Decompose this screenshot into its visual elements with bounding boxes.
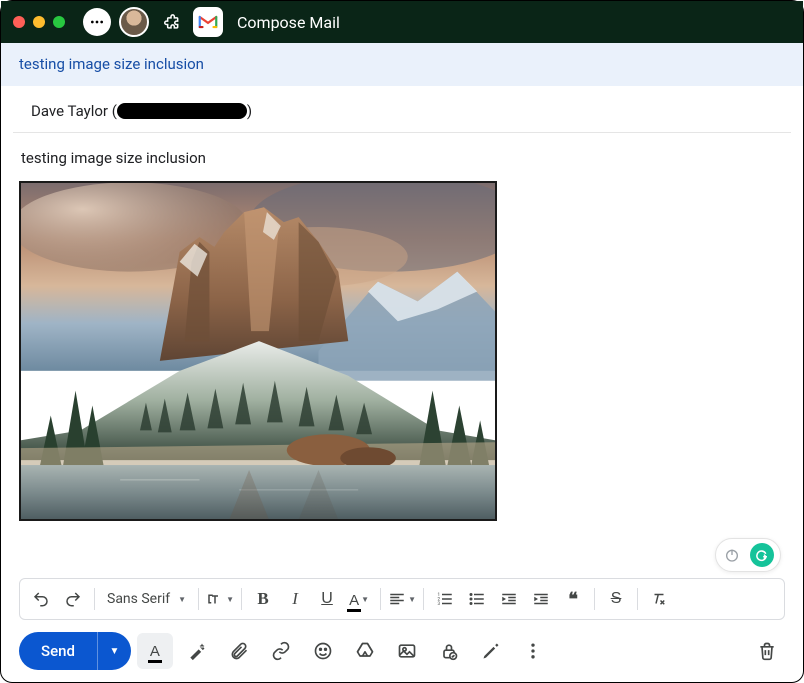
bold-button[interactable]: B: [248, 584, 278, 614]
power-icon[interactable]: [722, 545, 742, 565]
attach-file-button[interactable]: [221, 633, 257, 669]
body-text-line: testing image size inclusion: [21, 149, 785, 167]
align-button[interactable]: ▼: [387, 584, 417, 614]
underline-button[interactable]: U: [312, 584, 342, 614]
indent-increase-button[interactable]: [526, 584, 556, 614]
italic-button[interactable]: I: [280, 584, 310, 614]
font-family-label: Sans Serif: [107, 591, 170, 607]
clear-formatting-button[interactable]: [644, 584, 674, 614]
numbered-list-button[interactable]: 123: [430, 584, 460, 614]
strikethrough-button[interactable]: S: [601, 584, 631, 614]
send-options-button[interactable]: ▼: [97, 632, 131, 670]
insert-drive-button[interactable]: [347, 633, 383, 669]
magic-write-button[interactable]: [179, 633, 215, 669]
blockquote-button[interactable]: ❝: [558, 584, 588, 614]
discard-draft-button[interactable]: [749, 633, 785, 669]
grammarly-widget[interactable]: [715, 538, 781, 572]
insert-emoji-button[interactable]: [305, 633, 341, 669]
more-menu-button[interactable]: [83, 8, 111, 36]
profile-avatar[interactable]: [119, 7, 149, 37]
subject-text: testing image size inclusion: [19, 55, 204, 73]
close-window-button[interactable]: [13, 16, 25, 28]
font-size-button[interactable]: ▼: [205, 584, 235, 614]
text-color-button[interactable]: A ▼: [344, 584, 374, 614]
send-split-button: Send ▼: [19, 632, 131, 670]
insert-link-button[interactable]: [263, 633, 299, 669]
insert-signature-button[interactable]: [473, 633, 509, 669]
recipient-field[interactable]: Dave Taylor (): [13, 90, 791, 133]
email-body[interactable]: testing image size inclusion: [1, 133, 803, 578]
font-family-select[interactable]: Sans Serif▼: [101, 591, 192, 607]
indent-decrease-button[interactable]: [494, 584, 524, 614]
redo-button[interactable]: [58, 584, 88, 614]
recipient-name: Dave Taylor: [31, 102, 108, 120]
compose-action-bar: Send ▼ A: [1, 620, 803, 682]
confidential-mode-button[interactable]: [431, 633, 467, 669]
insert-photo-button[interactable]: [389, 633, 425, 669]
undo-button[interactable]: [26, 584, 56, 614]
recipient-email-redacted: [117, 103, 247, 119]
more-options-button[interactable]: [515, 633, 551, 669]
send-button[interactable]: Send: [19, 632, 97, 670]
svg-text:3: 3: [438, 601, 441, 607]
window-titlebar: Compose Mail: [1, 1, 803, 43]
gmail-icon: [193, 7, 223, 37]
traffic-lights: [13, 16, 65, 28]
minimize-window-button[interactable]: [33, 16, 45, 28]
text-format-toggle-button[interactable]: A: [137, 633, 173, 669]
maximize-window-button[interactable]: [53, 16, 65, 28]
grammarly-logo-icon[interactable]: [750, 543, 774, 567]
formatting-toolbar: Sans Serif▼ ▼ B I U A ▼ ▼ 123 ❝ S: [19, 578, 785, 620]
window-title: Compose Mail: [237, 13, 340, 32]
embedded-image[interactable]: [19, 181, 497, 521]
subject-field[interactable]: testing image size inclusion: [1, 43, 803, 86]
bulleted-list-button[interactable]: [462, 584, 492, 614]
extensions-icon[interactable]: [157, 8, 185, 36]
